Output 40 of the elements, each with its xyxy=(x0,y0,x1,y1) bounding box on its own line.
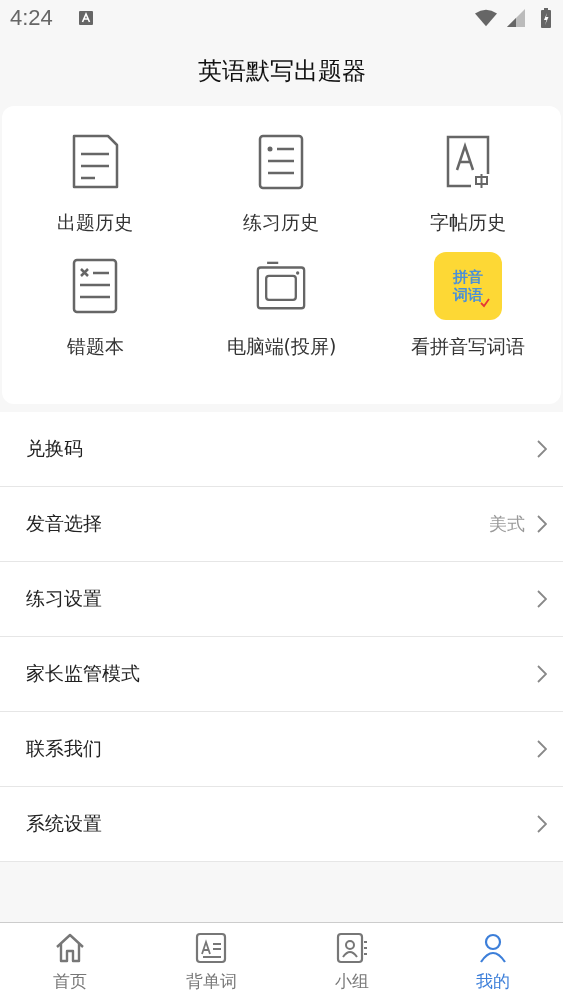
menu-label: 发音选择 xyxy=(26,511,103,536)
menu-value: 美式 xyxy=(489,512,525,536)
menu-item[interactable]: 家长监管模式 xyxy=(0,637,563,712)
menu-item[interactable]: 联系我们 xyxy=(0,712,563,787)
menu-item[interactable]: 兑换码 xyxy=(0,412,563,487)
shortcut-label[interactable]: 电脑端(投屏) xyxy=(226,334,337,360)
nav-tab[interactable]: 首页 xyxy=(0,923,141,1002)
contact-card-icon xyxy=(335,932,368,964)
shortcut-label[interactable]: 错题本 xyxy=(66,334,124,360)
menu-item[interactable]: 练习设置 xyxy=(0,562,563,637)
chevron-icon xyxy=(537,740,547,758)
signal-icon xyxy=(505,9,527,27)
shortcut-label[interactable]: 练习历史 xyxy=(243,210,320,236)
document-icon[interactable] xyxy=(70,134,121,190)
nav-tab[interactable]: 小组 xyxy=(281,923,423,1002)
shortcut-label[interactable]: 出题历史 xyxy=(57,210,134,236)
menu-item[interactable]: 发音选择 美式 xyxy=(0,487,563,562)
nav-tab[interactable]: 背单词 xyxy=(140,923,282,1002)
app-icon-text: 词语 xyxy=(452,286,483,304)
shortcut-label[interactable]: 看拼音写词语 xyxy=(410,334,525,360)
vocabulary-card-icon xyxy=(195,932,228,964)
chevron-icon xyxy=(537,665,547,683)
chevron-icon xyxy=(537,815,547,833)
page-title: 英语默写出题器 xyxy=(197,56,366,87)
chevron-icon xyxy=(537,515,547,533)
menu-item[interactable]: 系统设置 xyxy=(0,787,563,862)
menu-label: 家长监管模式 xyxy=(26,661,141,686)
wifi-icon xyxy=(475,9,497,27)
chevron-icon xyxy=(537,440,547,458)
status-time: 4:24 xyxy=(10,5,53,31)
nav-tab[interactable]: 我的 xyxy=(422,923,563,1002)
menu-label: 系统设置 xyxy=(26,811,103,836)
app-icon-text: 拼音 xyxy=(452,268,483,286)
battery-icon xyxy=(541,8,551,28)
keyboard-icon xyxy=(78,11,93,25)
shortcut-label[interactable]: 字帖历史 xyxy=(429,210,506,236)
menu-label: 联系我们 xyxy=(26,736,103,761)
menu-label: 兑换码 xyxy=(26,436,84,461)
chevron-icon xyxy=(537,590,547,608)
menu-label: 练习设置 xyxy=(26,586,103,611)
